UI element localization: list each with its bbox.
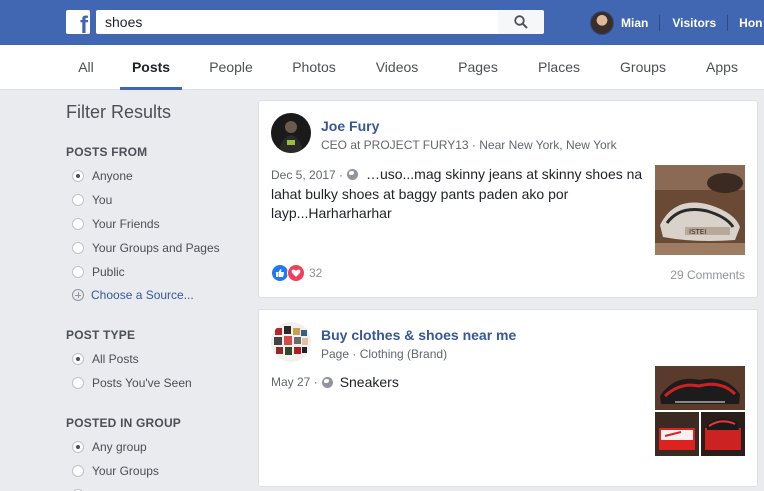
radio-selected[interactable] bbox=[72, 441, 84, 453]
tab-apps[interactable]: Apps bbox=[700, 45, 744, 90]
option-label: Your Friends bbox=[92, 217, 160, 231]
comments-count-link[interactable]: 29 Comments bbox=[670, 268, 745, 282]
option-label: Your Groups and Pages bbox=[92, 241, 220, 255]
tab-places[interactable]: Places bbox=[532, 45, 586, 90]
choose-source-label[interactable]: Choose a Source... bbox=[91, 288, 194, 302]
svg-text:ISTEI: ISTEI bbox=[689, 228, 706, 236]
filter-option-partial[interactable] bbox=[72, 487, 92, 491]
post-date-link[interactable]: May 27 · bbox=[271, 375, 318, 389]
shoe-photo-icon: ISTEI bbox=[655, 165, 745, 255]
tab-photos[interactable]: Photos bbox=[287, 45, 341, 90]
home-link[interactable]: Hon bbox=[739, 16, 762, 30]
filter-option-public[interactable]: Public bbox=[72, 264, 125, 280]
filter-results-title: Filter Results bbox=[66, 102, 172, 122]
search-input[interactable] bbox=[97, 11, 497, 33]
filter-option-your-friends[interactable]: Your Friends bbox=[72, 216, 160, 232]
page-subtitle: Page · Clothing (Brand) bbox=[321, 347, 448, 361]
tab-groups[interactable]: Groups bbox=[615, 45, 671, 90]
user-avatar[interactable] bbox=[590, 11, 614, 35]
search-tabs: All Posts People Photos Videos Pages Pla… bbox=[0, 45, 764, 90]
post-body: Sneakers bbox=[339, 374, 399, 390]
post-meta: May 27 · Sneakers bbox=[271, 374, 399, 390]
search-icon bbox=[514, 15, 528, 29]
post-photo[interactable]: ISTEI bbox=[655, 165, 745, 255]
option-label: Anyone bbox=[92, 169, 133, 183]
user-name-link[interactable]: Mian bbox=[621, 16, 648, 30]
posts-from-heading: POSTS FROM bbox=[66, 145, 148, 159]
filter-option-groups-pages[interactable]: Your Groups and Pages bbox=[72, 240, 220, 256]
nav-divider bbox=[659, 15, 661, 31]
author-subtitle: CEO at PROJECT FURY13 · Near New York, N… bbox=[321, 138, 617, 152]
tab-all[interactable]: All bbox=[70, 45, 102, 90]
option-label: Posts You've Seen bbox=[92, 376, 192, 390]
globe-icon bbox=[321, 376, 333, 388]
post-type-heading: POST TYPE bbox=[66, 328, 136, 342]
reaction-count[interactable]: 32 bbox=[309, 266, 322, 280]
post-date-link[interactable]: Dec 5, 2017 · bbox=[271, 168, 343, 182]
filter-option-you[interactable]: You bbox=[72, 192, 112, 208]
filter-option-your-groups[interactable]: Your Groups bbox=[72, 463, 159, 479]
radio[interactable] bbox=[72, 465, 84, 477]
radio[interactable] bbox=[72, 377, 84, 389]
page-name-link[interactable]: Buy clothes & shoes near me bbox=[321, 327, 516, 343]
tab-posts[interactable]: Posts bbox=[120, 45, 182, 90]
option-label: All Posts bbox=[92, 352, 139, 366]
tab-videos[interactable]: Videos bbox=[370, 45, 424, 90]
tab-pages[interactable]: Pages bbox=[453, 45, 503, 90]
globe-icon bbox=[347, 169, 359, 180]
love-reaction-icon bbox=[287, 264, 305, 282]
top-navbar: f Mian Visitors Hon bbox=[0, 0, 764, 45]
clothing-collage-icon bbox=[271, 322, 311, 362]
radio[interactable] bbox=[72, 194, 84, 206]
filter-option-posts-seen[interactable]: Posts You've Seen bbox=[72, 375, 192, 391]
filter-option-any-group[interactable]: Any group bbox=[72, 439, 147, 455]
reactions-summary[interactable]: 32 bbox=[271, 264, 322, 282]
search-box[interactable] bbox=[96, 10, 498, 34]
option-label: You bbox=[92, 193, 113, 207]
author-photo-icon bbox=[271, 113, 311, 153]
author-avatar[interactable] bbox=[271, 113, 311, 153]
posted-in-group-heading: POSTED IN GROUP bbox=[66, 416, 182, 430]
facebook-logo-icon[interactable]: f bbox=[66, 10, 90, 34]
filter-option-anyone[interactable]: Anyone bbox=[72, 168, 133, 184]
post-card: Joe Fury CEO at PROJECT FURY13 · Near Ne… bbox=[258, 100, 758, 298]
radio-selected[interactable] bbox=[72, 170, 84, 182]
visitors-link[interactable]: Visitors bbox=[672, 16, 716, 30]
radio-selected[interactable] bbox=[72, 353, 84, 365]
option-label: Any group bbox=[92, 440, 147, 454]
search-button[interactable] bbox=[498, 10, 544, 34]
post-card: Buy clothes & shoes near me Page · Cloth… bbox=[258, 309, 758, 487]
choose-source-link[interactable]: Choose a Source... bbox=[72, 287, 194, 303]
filter-option-all-posts[interactable]: All Posts bbox=[72, 351, 139, 367]
radio[interactable] bbox=[72, 266, 84, 278]
post-photo-collage[interactable] bbox=[655, 366, 745, 456]
page-avatar[interactable] bbox=[271, 322, 311, 362]
option-label: Public bbox=[92, 265, 125, 279]
tab-people[interactable]: People bbox=[203, 45, 259, 90]
radio[interactable] bbox=[72, 242, 84, 254]
plus-circle-icon bbox=[72, 289, 84, 301]
user-nav: Mian Visitors Hon bbox=[590, 11, 762, 35]
option-label: Your Groups bbox=[92, 464, 159, 478]
nav-divider bbox=[727, 15, 729, 31]
radio[interactable] bbox=[72, 218, 84, 230]
author-name-link[interactable]: Joe Fury bbox=[321, 118, 379, 134]
sneaker-photos-icon bbox=[655, 366, 745, 456]
post-text: Dec 5, 2017 · …uso...mag skinny jeans at… bbox=[271, 165, 646, 223]
post-content: Dec 5, 2017 · …uso...mag skinny jeans at… bbox=[271, 165, 646, 223]
